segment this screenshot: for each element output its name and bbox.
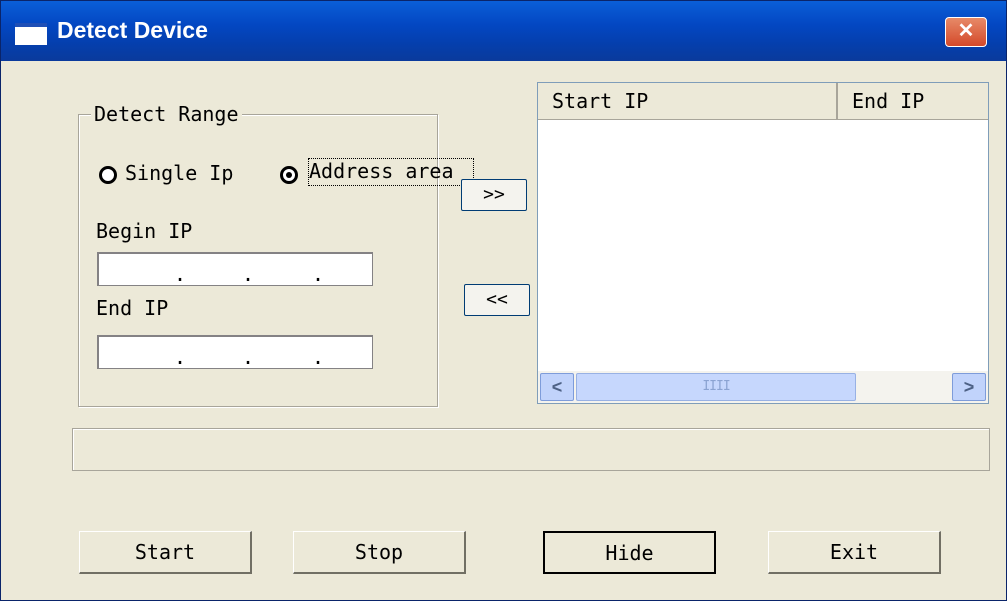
list-header: Start IP End IP <box>538 83 988 120</box>
ip-dot: . <box>312 262 325 286</box>
horizontal-scrollbar[interactable]: < IIII > <box>538 371 988 403</box>
column-header-start-ip[interactable]: Start IP <box>538 83 838 119</box>
scroll-thumb[interactable]: IIII <box>576 373 856 401</box>
start-button[interactable]: Start <box>79 531 252 574</box>
window-title: Detect Device <box>57 17 208 43</box>
hide-button[interactable]: Hide <box>543 531 716 574</box>
detect-range-label: Detect Range <box>91 102 242 126</box>
title-bar[interactable]: Detect Device ✕ <box>1 1 1006 61</box>
detect-device-window: Detect Device ✕ Detect Range Single Ip A… <box>0 0 1007 601</box>
address-area-label[interactable]: Address area <box>308 158 474 186</box>
remove-range-button[interactable]: << <box>464 284 530 316</box>
ip-range-list[interactable]: Start IP End IP < IIII > <box>537 82 989 404</box>
stop-button[interactable]: Stop <box>293 531 466 574</box>
ip-dot: . <box>242 262 255 286</box>
ip-dot: . <box>242 345 255 369</box>
add-range-button[interactable]: >> <box>461 179 527 211</box>
window-icon <box>15 23 47 45</box>
begin-ip-input[interactable]: . . . <box>97 252 373 286</box>
column-header-end-ip[interactable]: End IP <box>838 83 988 119</box>
close-button[interactable]: ✕ <box>945 17 987 47</box>
end-ip-input[interactable]: . . . <box>97 335 373 369</box>
ip-dot: . <box>174 262 187 286</box>
single-ip-label[interactable]: Single Ip <box>125 161 255 185</box>
single-ip-radio[interactable] <box>99 166 117 184</box>
exit-button[interactable]: Exit <box>768 531 941 574</box>
ip-dot: . <box>174 345 187 369</box>
begin-ip-label: Begin IP <box>96 219 193 243</box>
status-bar <box>72 428 990 471</box>
scroll-right-arrow-icon[interactable]: > <box>952 373 986 401</box>
ip-dot: . <box>312 345 325 369</box>
end-ip-label: End IP <box>96 296 169 320</box>
scroll-left-arrow-icon[interactable]: < <box>540 373 574 401</box>
address-area-radio[interactable] <box>280 166 298 184</box>
